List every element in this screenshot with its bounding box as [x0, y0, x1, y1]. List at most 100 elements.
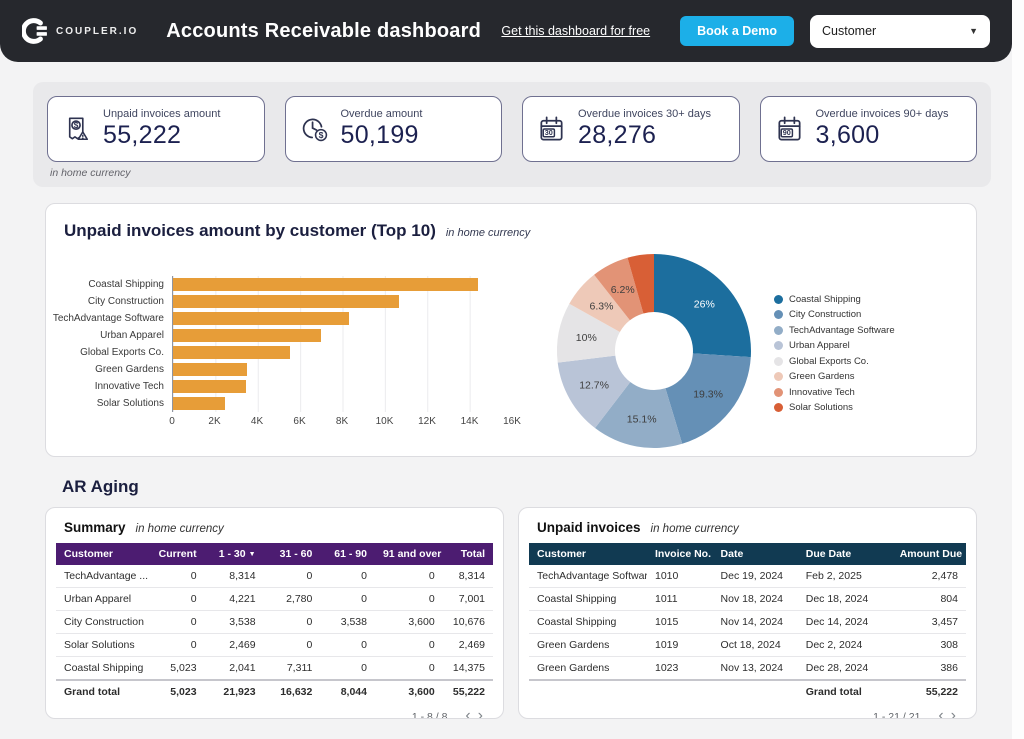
column-header[interactable]: Amount Due: [892, 543, 966, 565]
column-header[interactable]: 31 - 60: [264, 543, 321, 565]
table-row: Urban Apparel04,2212,780007,001: [56, 588, 493, 611]
legend-dot: [774, 372, 783, 381]
column-header[interactable]: Date: [713, 543, 798, 565]
chart-currency-note: in home currency: [446, 227, 530, 239]
bar-coastal-shipping[interactable]: [173, 278, 478, 291]
donut-slice-label: 10%: [576, 332, 597, 344]
summary-table-card: Summary in home currency CustomerCurrent…: [45, 507, 504, 719]
table-cell: 0: [375, 634, 443, 657]
column-header[interactable]: Customer: [56, 543, 148, 565]
column-header[interactable]: Invoice No.: [647, 543, 713, 565]
table-cell: 0: [264, 634, 321, 657]
legend-label: Innovative Tech: [789, 387, 855, 398]
table-row: Coastal Shipping1011Nov 18, 2024Dec 18, …: [529, 588, 966, 611]
table-cell: 3,600: [375, 680, 443, 703]
legend-dot: [774, 357, 783, 366]
kpi-text: Overdue invoices 90+ days3,600: [816, 108, 949, 150]
table-cell: Dec 2, 2024: [798, 634, 892, 657]
table-cell: Dec 28, 2024: [798, 657, 892, 681]
table-cell: 4,221: [205, 588, 264, 611]
column-header[interactable]: Due Date: [798, 543, 892, 565]
table-row: Green Gardens1019Oct 18, 2024Dec 2, 2024…: [529, 634, 966, 657]
legend-dot: [774, 326, 783, 335]
table-cell: 0: [320, 634, 375, 657]
unpaid-invoices-currency-note: in home currency: [651, 523, 739, 535]
table-cell: Coastal Shipping: [56, 657, 148, 681]
kpi-text: Overdue amount50,199: [341, 108, 423, 150]
customer-filter-value: Customer: [822, 24, 876, 38]
invoices-prev-page-button[interactable]: ‹: [936, 710, 945, 719]
clock-dollar-icon: $: [299, 114, 330, 145]
bar-city-construction[interactable]: [173, 295, 399, 308]
bar-green-gardens[interactable]: [173, 363, 247, 376]
table-header-row: CustomerCurrent1 - 30▼31 - 6061 - 9091 a…: [56, 543, 493, 565]
bar-row: [173, 310, 512, 327]
bar-x-axis: 02K4K6K8K10K12K14K16K: [172, 416, 512, 432]
legend-dot: [774, 310, 783, 319]
table-row: TechAdvantage Software1010Dec 19, 2024Fe…: [529, 565, 966, 588]
table-cell: 1010: [647, 565, 713, 588]
kpi-value: 50,199: [341, 121, 423, 150]
table-cell: 1011: [647, 588, 713, 611]
column-header[interactable]: Current: [148, 543, 205, 565]
column-header[interactable]: 61 - 90: [320, 543, 375, 565]
bar-row: [173, 395, 512, 412]
book-demo-button[interactable]: Book a Demo: [680, 16, 794, 46]
legend-dot: [774, 295, 783, 304]
legend-item: Innovative Tech: [774, 387, 895, 398]
table-cell: Grand total: [56, 680, 148, 703]
table-cell: 2,041: [205, 657, 264, 681]
table-cell: TechAdvantage Software: [529, 565, 647, 588]
legend-label: Solar Solutions: [789, 402, 853, 413]
grand-total-row: Grand total55,222: [529, 680, 966, 703]
donut-slice-label: 6.3%: [590, 301, 614, 313]
table-cell: City Construction: [56, 611, 148, 634]
bar-category-labels: Coastal ShippingCity ConstructionTechAdv…: [64, 276, 172, 412]
bar-techadvantage-software[interactable]: [173, 312, 349, 325]
table-cell: Coastal Shipping: [529, 611, 647, 634]
bar-row: [173, 293, 512, 310]
bar-urban-apparel[interactable]: [173, 329, 321, 342]
donut-slice-label: 19.3%: [693, 388, 723, 400]
table-cell: 0: [148, 588, 205, 611]
legend-label: Coastal Shipping: [789, 294, 861, 305]
kpi-card: 30Overdue invoices 30+ days28,276: [522, 96, 740, 162]
sort-desc-icon: ▼: [249, 551, 256, 558]
table-cell: 55,222: [443, 680, 493, 703]
column-header[interactable]: Total: [443, 543, 493, 565]
dashboard-page: COUPLER.IO Accounts Receivable dashboard…: [0, 0, 1012, 739]
scrollbar-track[interactable]: [1012, 0, 1024, 739]
table-cell: 3,538: [205, 611, 264, 634]
x-tick-label: 6K: [293, 416, 305, 427]
bar-solar-solutions[interactable]: [173, 397, 225, 410]
summary-prev-page-button[interactable]: ‹: [463, 710, 472, 719]
column-header[interactable]: 91 and over: [375, 543, 443, 565]
coupler-logo[interactable]: COUPLER.IO: [22, 18, 138, 44]
table-cell: 3,457: [892, 611, 966, 634]
table-cell: Green Gardens: [529, 657, 647, 681]
grand-total-row: Grand total5,02321,92316,6328,0443,60055…: [56, 680, 493, 703]
x-tick-label: 16K: [503, 416, 521, 427]
invoices-next-page-button[interactable]: ›: [949, 710, 958, 719]
chart-title: Unpaid invoices amount by customer (Top …: [64, 221, 436, 241]
summary-next-page-button[interactable]: ›: [476, 710, 485, 719]
table-cell: 0: [320, 657, 375, 681]
donut-chart-block: Coastal Shipping: 26%City Construction: …: [552, 249, 895, 458]
table-cell: 8,314: [443, 565, 493, 588]
table-cell: Dec 18, 2024: [798, 588, 892, 611]
get-dashboard-link[interactable]: Get this dashboard for free: [501, 24, 650, 38]
legend-dot: [774, 403, 783, 412]
column-header[interactable]: 1 - 30▼: [205, 543, 264, 565]
table-cell: 386: [892, 657, 966, 681]
bar-innovative-tech[interactable]: [173, 380, 246, 393]
legend-label: TechAdvantage Software: [789, 325, 895, 336]
bar-global-exports-co-[interactable]: [173, 346, 290, 359]
table-cell: 2,478: [892, 565, 966, 588]
legend-label: City Construction: [789, 309, 861, 320]
customer-filter-dropdown[interactable]: Customer ▼: [810, 15, 990, 48]
column-header[interactable]: Customer: [529, 543, 647, 565]
svg-text:$: $: [318, 130, 323, 140]
table-cell: 0: [264, 611, 321, 634]
donut-slice-label: 12.7%: [579, 380, 609, 392]
kpi-label: Unpaid invoices amount: [103, 108, 220, 120]
